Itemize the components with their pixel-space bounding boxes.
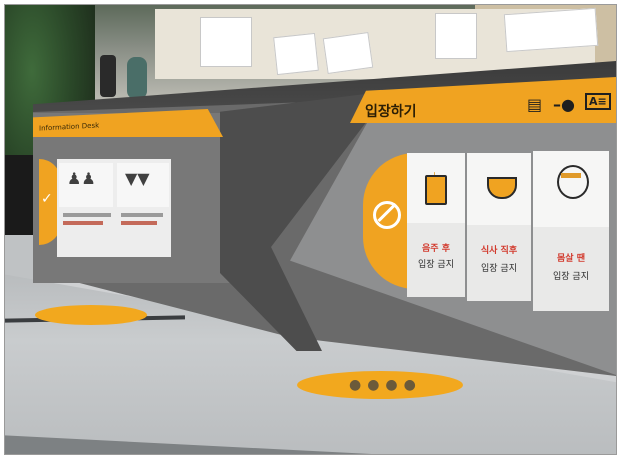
vase — [100, 55, 116, 97]
key-icon: –● — [553, 95, 575, 114]
small-text-line — [63, 213, 111, 217]
beer-mug-icon — [425, 175, 447, 205]
desk-sign — [503, 7, 599, 53]
people-icon: ♟♟ — [67, 169, 96, 188]
photo-frame: Information Desk 입장하기 ▤ –● A≡ ✓ ♟♟ ▼▼ ♮ … — [4, 4, 617, 455]
restriction-line2: 입장 금지 — [418, 260, 454, 270]
shadow — [5, 155, 33, 235]
small-text-line — [63, 221, 103, 225]
small-text-line — [121, 221, 157, 225]
sick-person-icon — [557, 165, 589, 199]
restriction-line1: 식사 직후 — [480, 246, 518, 256]
check-icon: ✓ — [41, 191, 53, 207]
restriction-line1: 몸살 땐 — [557, 254, 585, 264]
floor-dot-marker — [35, 305, 147, 325]
id-card-icon: A≡ — [585, 93, 611, 110]
headband-icon — [561, 173, 581, 178]
vase — [127, 57, 147, 99]
restriction-line1: 음주 후 — [422, 244, 450, 254]
desk-sign — [273, 32, 319, 76]
hand-wash-icon: ▼▼ — [125, 169, 150, 188]
desk-sign — [435, 13, 477, 59]
prohibited-icon — [373, 201, 401, 229]
small-text-line — [121, 213, 163, 217]
right-banner-title: 입장하기 — [365, 104, 417, 120]
restriction-card-meal — [467, 153, 531, 301]
footprint-icon: ●●●● — [349, 377, 422, 393]
document-icon: ▤ — [527, 95, 543, 114]
restriction-line2: 입장 금지 — [481, 264, 517, 274]
desk-sign — [322, 31, 374, 75]
notice-board — [200, 17, 252, 67]
restriction-line2: 입장 금지 — [553, 272, 589, 282]
